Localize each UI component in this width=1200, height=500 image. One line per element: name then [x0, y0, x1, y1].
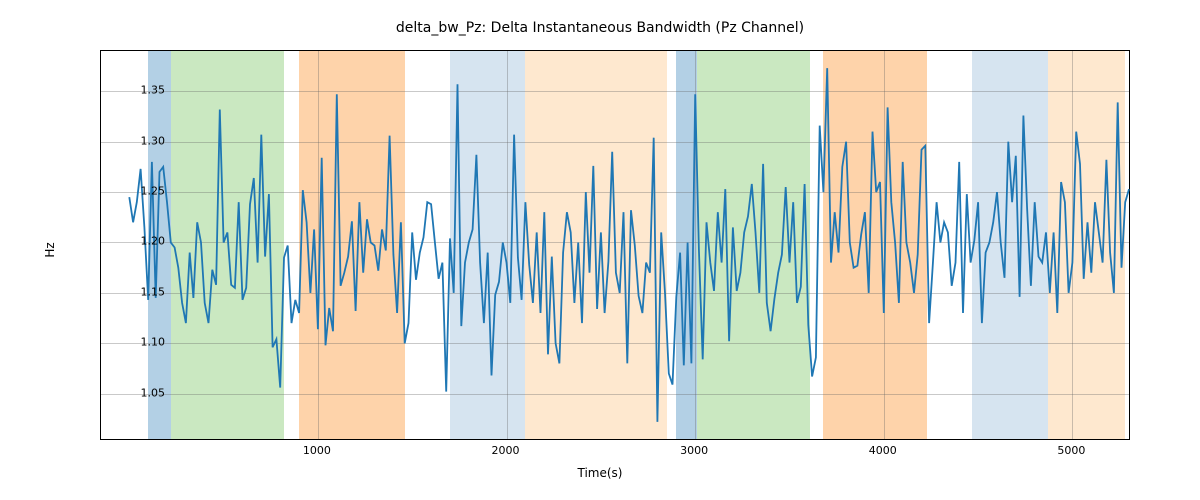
line-series — [101, 51, 1129, 439]
y-tick-label: 1.35 — [141, 84, 166, 97]
y-tick-label: 1.20 — [141, 235, 166, 248]
y-tick-label: 1.05 — [141, 386, 166, 399]
x-tick-label: 2000 — [492, 444, 520, 457]
y-tick-label: 1.10 — [141, 336, 166, 349]
x-tick-label: 1000 — [303, 444, 331, 457]
y-axis-label: Hz — [43, 242, 57, 257]
x-tick-label: 3000 — [680, 444, 708, 457]
figure: delta_bw_Pz: Delta Instantaneous Bandwid… — [0, 0, 1200, 500]
plot-area — [100, 50, 1130, 440]
y-tick-label: 1.30 — [141, 134, 166, 147]
x-axis-label: Time(s) — [578, 466, 623, 480]
y-tick-label: 1.25 — [141, 185, 166, 198]
x-tick-label: 4000 — [869, 444, 897, 457]
chart-title: delta_bw_Pz: Delta Instantaneous Bandwid… — [0, 20, 1200, 36]
x-tick-label: 5000 — [1057, 444, 1085, 457]
y-tick-label: 1.15 — [141, 285, 166, 298]
